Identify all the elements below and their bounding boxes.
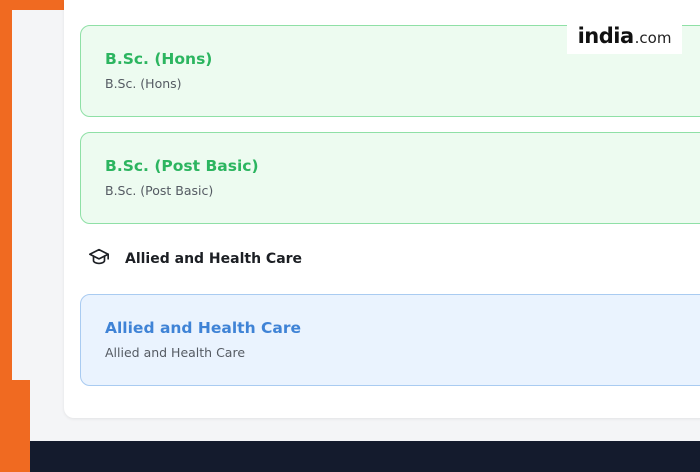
page-footer <box>30 441 700 472</box>
india-com-logo: india .com <box>567 24 682 54</box>
course-card-subtitle: B.Sc. (Post Basic) <box>105 183 214 198</box>
course-card-subtitle: B.Sc. (Hons) <box>105 76 182 91</box>
orange-accent-bottom <box>0 380 30 472</box>
course-card-allied-health[interactable]: Allied and Health Care Allied and Health… <box>80 294 700 386</box>
logo-brand: india <box>577 24 635 48</box>
course-card-title: Allied and Health Care <box>105 319 302 337</box>
course-card-title: B.Sc. (Hons) <box>105 50 213 68</box>
section-heading-label: Allied and Health Care <box>125 251 303 267</box>
logo-tld: .com <box>634 29 672 47</box>
course-card-subtitle: Allied and Health Care <box>105 345 246 360</box>
section-heading-allied-health: Allied and Health Care <box>88 248 302 270</box>
course-card-bsc-post-basic[interactable]: B.Sc. (Post Basic) B.Sc. (Post Basic) <box>80 132 700 224</box>
graduation-cap-icon <box>88 246 110 273</box>
course-card-title: B.Sc. (Post Basic) <box>105 157 259 175</box>
